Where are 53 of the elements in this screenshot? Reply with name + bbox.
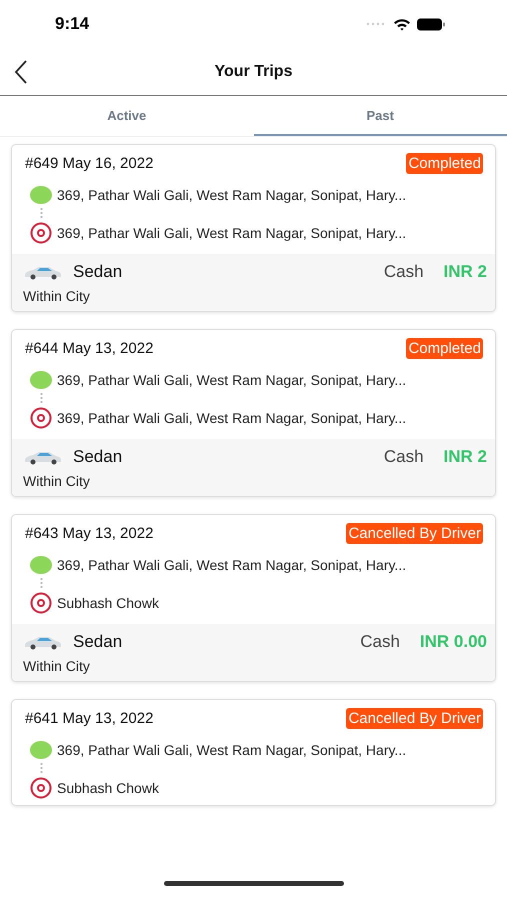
vehicle-type: Sedan	[73, 447, 124, 467]
pickup-dot-icon	[30, 371, 52, 389]
status-time: 9:14	[55, 14, 90, 34]
pickup-dot-icon	[30, 741, 52, 759]
car-icon	[23, 634, 63, 650]
signal-icon	[365, 22, 387, 26]
payment-method: Cash	[384, 262, 424, 282]
route-dots-icon	[40, 762, 43, 774]
drop-target-icon	[30, 407, 52, 429]
fare-amount: INR 2	[444, 447, 487, 467]
trip-area: Within City	[23, 658, 90, 674]
trip-id-date: #644 May 13, 2022	[25, 340, 154, 357]
status-badge: Cancelled By Driver	[346, 523, 483, 544]
car-icon	[23, 264, 63, 280]
back-icon[interactable]	[14, 60, 28, 84]
drop-target-icon	[30, 222, 52, 244]
trip-id-date: #643 May 13, 2022	[25, 525, 154, 542]
trip-id-date: #641 May 13, 2022	[25, 710, 154, 727]
trip-card[interactable]: #644 May 13, 2022 Completed 369, Pathar Wali Gali, West Ram Nagar, Sonipat, Hary... 369, Pathar Wali Gali, West Ram Nagar, Sonipat, Hary... Sedan Cash INR 2 Within City	[11, 329, 496, 497]
trip-card[interactable]: #649 May 16, 2022 Completed 369, Pathar Wali Gali, West Ram Nagar, Sonipat, Hary... 369, Pathar Wali Gali, West Ram Nagar, Sonipat, Hary... Sedan Cash INR 2 Within City	[11, 144, 496, 312]
car-icon	[23, 449, 63, 465]
drop-target-icon	[30, 592, 52, 614]
pickup-address: 369, Pathar Wali Gali, West Ram Nagar, Sonipat, Hary...	[57, 372, 406, 388]
page-title: Your Trips	[214, 62, 292, 80]
trip-id-date: #649 May 16, 2022	[25, 155, 154, 172]
status-badge: Completed	[406, 153, 483, 174]
pickup-address: 369, Pathar Wali Gali, West Ram Nagar, Sonipat, Hary...	[57, 557, 406, 573]
fare-amount: INR 2	[444, 262, 487, 282]
trip-card[interactable]: #641 May 13, 2022 Cancelled By Driver 369, Pathar Wali Gali, West Ram Nagar, Sonipat, Hary... Subhash Chowk	[11, 699, 496, 806]
drop-address: 369, Pathar Wali Gali, West Ram Nagar, Sonipat, Hary...	[57, 225, 406, 241]
status-badge: Completed	[406, 338, 483, 359]
drop-target-icon	[30, 777, 52, 799]
payment-method: Cash	[360, 632, 400, 652]
pickup-dot-icon	[30, 186, 52, 204]
drop-address: Subhash Chowk	[57, 595, 159, 611]
drop-address: 369, Pathar Wali Gali, West Ram Nagar, Sonipat, Hary...	[57, 410, 406, 426]
pickup-dot-icon	[30, 556, 52, 574]
payment-method: Cash	[384, 447, 424, 467]
fare-amount: INR 0.00	[420, 632, 487, 652]
route-dots-icon	[40, 207, 43, 219]
trip-card[interactable]: #643 May 13, 2022 Cancelled By Driver 369, Pathar Wali Gali, West Ram Nagar, Sonipat, Hary... Subhash Chowk Sedan Cash INR 0.00 Within City	[11, 514, 496, 682]
route-dots-icon	[40, 577, 43, 589]
battery-icon	[417, 18, 445, 30]
pickup-address: 369, Pathar Wali Gali, West Ram Nagar, Sonipat, Hary...	[57, 742, 406, 758]
pickup-address: 369, Pathar Wali Gali, West Ram Nagar, Sonipat, Hary...	[57, 187, 406, 203]
vehicle-type: Sedan	[73, 632, 124, 652]
drop-address: Subhash Chowk	[57, 780, 159, 796]
status-badge: Cancelled By Driver	[346, 708, 483, 729]
route-dots-icon	[40, 392, 43, 404]
wifi-icon	[393, 18, 411, 30]
trip-area: Within City	[23, 288, 90, 304]
trip-area: Within City	[23, 473, 90, 489]
vehicle-type: Sedan	[73, 262, 124, 282]
